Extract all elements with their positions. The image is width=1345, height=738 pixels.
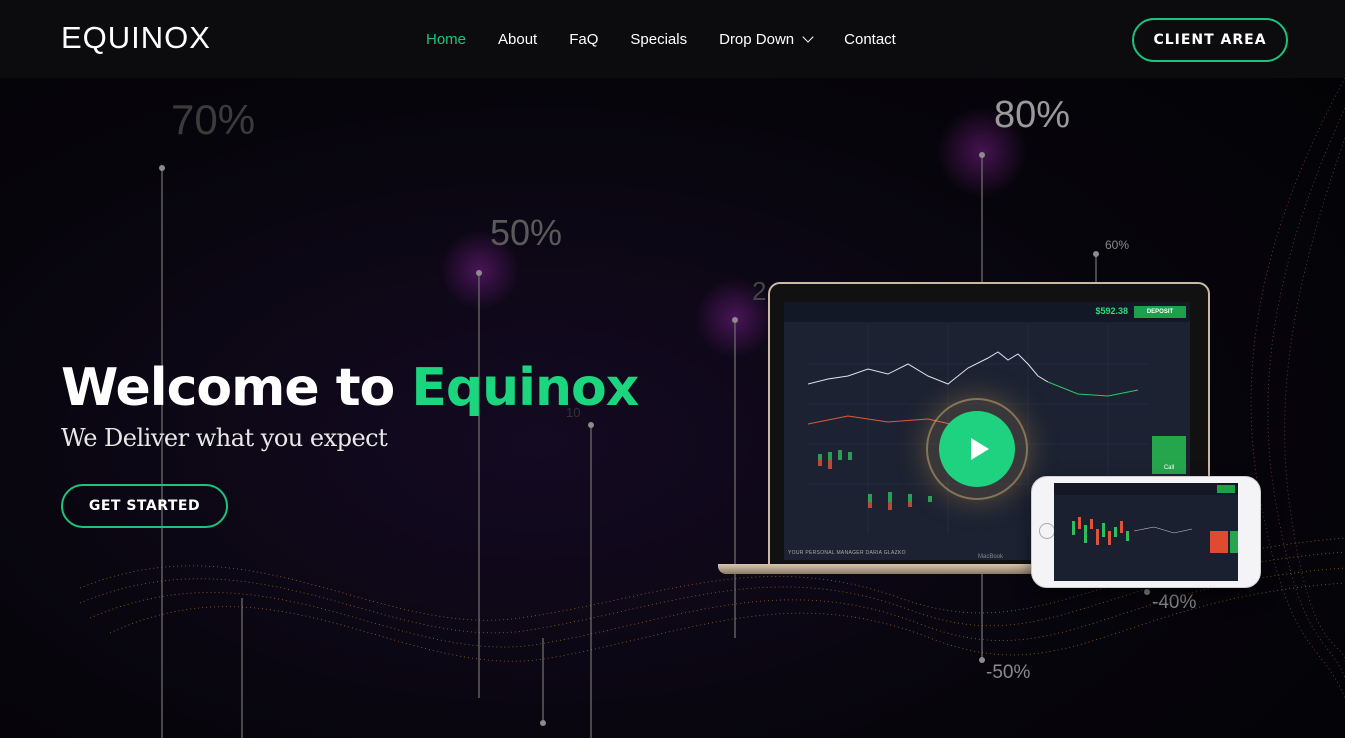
main-nav: Home About FaQ Specials Drop Down Contac…	[410, 0, 912, 78]
phone-put-button	[1210, 531, 1228, 553]
trading-topbar: $592.38 DEPOSIT	[784, 302, 1190, 322]
site-header: EQUINOX Home About FaQ Specials Drop Dow…	[0, 0, 1345, 78]
hero-title-prefix: Welcome to	[61, 358, 412, 418]
bg-percent-60: 60%	[1105, 238, 1130, 252]
phone-call-button	[1230, 531, 1238, 553]
phone-topbar	[1054, 483, 1238, 495]
bg-percent-50: 50%	[490, 212, 563, 253]
phone-mockup	[1031, 476, 1261, 588]
hero-subtitle: We Deliver what you expect	[61, 424, 388, 452]
nav-contact[interactable]: Contact	[828, 31, 912, 48]
call-button: Call	[1152, 436, 1186, 474]
phone-home-button	[1039, 523, 1055, 539]
nav-faq[interactable]: FaQ	[553, 31, 614, 48]
personal-manager-text: YOUR PERSONAL MANAGER DARIA GLAZKO	[788, 550, 906, 556]
laptop-brand: MacBook	[978, 554, 1004, 560]
hero-title-accent: Equinox	[411, 358, 639, 418]
play-button-circle	[939, 411, 1015, 487]
phone-screen	[1054, 483, 1238, 581]
bg-percent-neg40: -40%	[1152, 592, 1197, 613]
deposit-button: DEPOSIT	[1134, 306, 1186, 318]
nav-about[interactable]: About	[482, 31, 553, 48]
nav-specials[interactable]: Specials	[614, 31, 703, 48]
balance-value: $592.38	[1095, 306, 1128, 316]
nav-dropdown-label: Drop Down	[719, 30, 795, 48]
phone-chart	[1072, 517, 1193, 545]
bg-percent-80: 80%	[994, 94, 1071, 136]
play-video-button[interactable]	[926, 398, 1028, 500]
bg-percent-70: 70%	[171, 96, 256, 143]
site-logo[interactable]: EQUINOX	[61, 20, 211, 56]
nav-dropdown[interactable]: Drop Down	[703, 31, 828, 48]
bg-percent-neg50: -50%	[986, 662, 1031, 683]
chevron-down-icon	[802, 31, 814, 43]
hero-title: Welcome to Equinox	[61, 358, 639, 418]
phone-deposit	[1217, 485, 1235, 493]
get-started-button[interactable]: GET STARTED	[61, 484, 228, 528]
play-icon	[970, 438, 989, 460]
client-area-button[interactable]: CLIENT AREA	[1132, 18, 1288, 62]
nav-home[interactable]: Home	[410, 31, 482, 48]
